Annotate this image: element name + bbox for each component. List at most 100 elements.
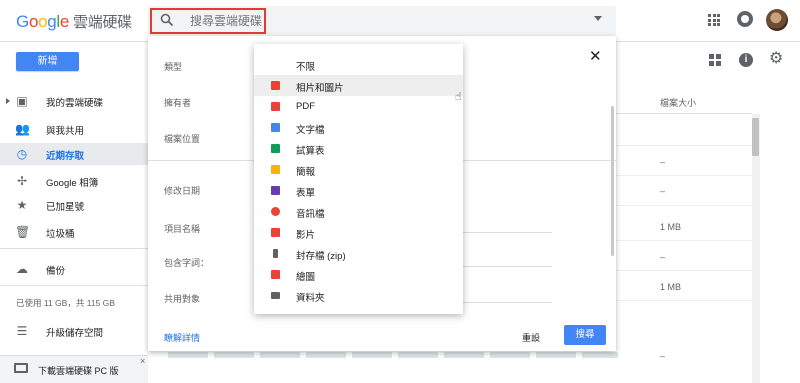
sidebar-item-label: 與我共用 bbox=[46, 126, 85, 137]
type-option-label: 文字檔 bbox=[296, 125, 325, 136]
document-icon bbox=[271, 123, 280, 132]
sidebar-item-label: 垃圾桶 bbox=[46, 229, 75, 240]
type-option-label: 封存檔 (zip) bbox=[296, 251, 346, 262]
obscured-file-row bbox=[168, 352, 618, 358]
type-dropdown-menu: 不限 相片和圖片 PDF 文字檔 試算表 簡報 表單 音訊檔 影片 封存檔 (z… bbox=[254, 44, 463, 314]
sidebar-item-shared[interactable]: 👥 與我共用 bbox=[0, 118, 148, 140]
storage-icon: ☰ bbox=[16, 324, 28, 338]
type-option-label: 不限 bbox=[296, 62, 316, 73]
apps-grid-icon[interactable] bbox=[708, 14, 720, 26]
gear-icon[interactable]: ⚙ bbox=[769, 51, 783, 67]
google-drive-logo[interactable]: Google 雲端硬碟 bbox=[16, 11, 132, 32]
download-drive-banner[interactable]: 下載雲端硬碟 PC 版 × bbox=[0, 355, 148, 383]
sidebar-item-recent[interactable]: ◷ 近期存取 bbox=[0, 143, 148, 165]
column-header-size[interactable]: 檔案大小 bbox=[660, 96, 696, 109]
list-scrollbar-thumb[interactable] bbox=[752, 118, 759, 156]
type-option-documents[interactable]: 文字檔 bbox=[254, 117, 463, 138]
panel-scrollbar[interactable] bbox=[611, 106, 614, 256]
drawing-icon bbox=[271, 270, 280, 279]
shared-with-field[interactable] bbox=[460, 302, 552, 303]
row-size: – bbox=[660, 157, 666, 167]
sidebar-item-backups[interactable]: ☁ 備份 bbox=[0, 258, 148, 280]
info-icon[interactable]: i bbox=[739, 53, 753, 67]
type-option-label: 試算表 bbox=[296, 146, 325, 157]
type-option-drawings[interactable]: 繪圖 bbox=[254, 264, 463, 285]
logo-letter: o bbox=[28, 12, 39, 31]
type-option-label: 繪圖 bbox=[296, 272, 316, 283]
type-option-pdf[interactable]: PDF bbox=[254, 96, 463, 117]
sidebar-item-label: 已加星號 bbox=[46, 202, 85, 213]
type-option-archives[interactable]: 封存檔 (zip) bbox=[254, 243, 463, 264]
notifications-icon[interactable] bbox=[737, 11, 753, 27]
type-option-label: 資料夾 bbox=[296, 293, 325, 304]
logo-letter: o bbox=[38, 12, 48, 31]
search-icon[interactable] bbox=[160, 13, 174, 27]
spreadsheet-icon bbox=[271, 144, 280, 153]
row-size: 1 MB bbox=[660, 222, 682, 232]
row-divider bbox=[612, 270, 752, 271]
type-option-spreadsheets[interactable]: 試算表 bbox=[254, 138, 463, 159]
reset-button[interactable]: 重設 bbox=[522, 331, 540, 344]
image-icon bbox=[271, 81, 280, 90]
photos-icon: ✢ bbox=[16, 174, 28, 188]
row-size: – bbox=[660, 351, 666, 361]
search-button[interactable]: 搜尋 bbox=[564, 325, 606, 345]
sidebar-item-my-drive[interactable]: ▣ 我的雲端硬碟 bbox=[0, 90, 148, 112]
type-option-forms[interactable]: 表單 bbox=[254, 180, 463, 201]
item-name-label: 項目名稱 bbox=[164, 224, 201, 234]
shared-with-label: 共用對象 bbox=[164, 294, 201, 304]
owner-label: 擁有者 bbox=[164, 98, 192, 108]
product-name: 雲端硬碟 bbox=[73, 14, 132, 31]
row-divider bbox=[612, 240, 752, 241]
presentation-icon bbox=[271, 165, 280, 174]
row-divider bbox=[612, 145, 752, 146]
sidebar-item-photos[interactable]: ✢ Google 相簿 bbox=[0, 170, 148, 192]
location-label: 檔案位置 bbox=[164, 134, 201, 144]
type-option-presentations[interactable]: 簡報 bbox=[254, 159, 463, 180]
contains-words-label: 包含字詞： bbox=[164, 258, 210, 268]
audio-icon bbox=[271, 207, 280, 216]
search-options-dropdown-icon[interactable] bbox=[594, 16, 602, 21]
sidebar-divider bbox=[0, 248, 148, 249]
avatar[interactable] bbox=[766, 9, 788, 31]
type-option-label: 音訊檔 bbox=[296, 209, 325, 220]
modified-date-label: 修改日期 bbox=[164, 186, 201, 196]
pdf-icon bbox=[271, 102, 280, 111]
type-option-videos[interactable]: 影片 bbox=[254, 222, 463, 243]
grid-view-icon[interactable] bbox=[709, 54, 721, 66]
type-option-label: 影片 bbox=[296, 230, 316, 241]
storage-usage-text: 已使用 11 GB，共 115 GB bbox=[16, 298, 115, 308]
row-size: 1 MB bbox=[660, 282, 682, 292]
new-button[interactable]: 新增 bbox=[16, 52, 79, 71]
contains-words-field[interactable] bbox=[460, 266, 552, 267]
search-input[interactable] bbox=[190, 14, 490, 28]
type-option-folders[interactable]: 資料夾 bbox=[254, 285, 463, 306]
close-icon[interactable]: × bbox=[140, 356, 145, 366]
type-option-audio[interactable]: 音訊檔 bbox=[254, 201, 463, 222]
row-size: – bbox=[660, 186, 666, 196]
logo-letter: e bbox=[59, 12, 70, 31]
close-icon[interactable]: ✕ bbox=[589, 49, 602, 64]
drive-icon: ▣ bbox=[16, 94, 28, 108]
cloud-icon: ☁ bbox=[16, 262, 28, 276]
learn-more-link[interactable]: 瞭解詳情 bbox=[164, 331, 200, 344]
item-name-field[interactable] bbox=[460, 232, 552, 233]
row-divider bbox=[612, 300, 752, 301]
sidebar-item-label: 升級儲存空間 bbox=[46, 328, 104, 339]
sidebar-item-upgrade-storage[interactable]: ☰ 升級儲存空間 bbox=[0, 320, 148, 342]
sidebar-item-label: 備份 bbox=[46, 266, 66, 277]
computer-icon bbox=[14, 363, 28, 373]
sidebar-item-starred[interactable]: ★ 已加星號 bbox=[0, 194, 148, 216]
expand-caret-icon[interactable] bbox=[6, 98, 10, 104]
download-label: 下載雲端硬碟 PC 版 bbox=[38, 366, 119, 376]
sidebar-item-trash[interactable]: 🗑 垃圾桶 bbox=[0, 221, 148, 243]
sidebar-item-label: 近期存取 bbox=[46, 151, 85, 162]
type-option-any[interactable]: 不限 bbox=[254, 54, 463, 75]
type-option-label: 表單 bbox=[296, 188, 316, 199]
row-size: – bbox=[660, 252, 666, 262]
row-divider bbox=[612, 205, 752, 206]
type-option-images[interactable]: 相片和圖片 bbox=[254, 75, 463, 96]
folder-icon bbox=[271, 292, 280, 299]
sidebar: ▣ 我的雲端硬碟 👥 與我共用 ◷ 近期存取 ✢ Google 相簿 ★ 已加星… bbox=[0, 84, 148, 383]
row-divider bbox=[612, 175, 752, 176]
